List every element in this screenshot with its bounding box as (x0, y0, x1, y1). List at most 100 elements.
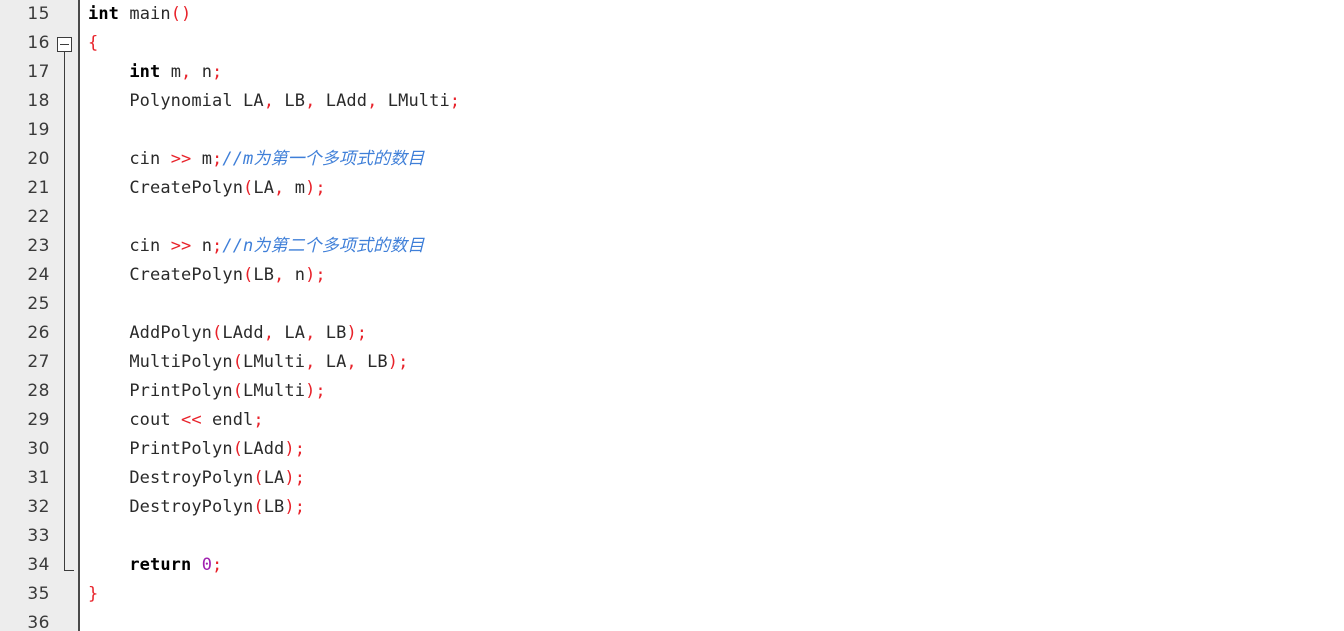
code-token-pun: ); (346, 323, 368, 343)
code-token-pun: << (181, 410, 202, 430)
code-token-id: cout (88, 410, 182, 430)
code-token-pun: , (181, 62, 192, 82)
code-token-pun: ; (212, 236, 223, 256)
line-number: 24 (27, 265, 50, 285)
code-token-id: LB (315, 323, 347, 343)
line-number: 18 (27, 91, 50, 111)
code-text: cin >> m;//m为第一个多项式的数目 (88, 145, 424, 174)
code-token-pun: ; (253, 410, 264, 430)
code-line[interactable]: 16 { (0, 29, 1344, 58)
code-token-pun: , (346, 352, 357, 372)
code-text: } (88, 580, 98, 609)
code-token-id: m (191, 149, 213, 169)
code-token-pun: , (263, 91, 275, 111)
code-line[interactable]: 23 cin >> n;//n为第二个多项式的数目 (0, 232, 1344, 261)
code-line[interactable]: 21 CreatePolyn(LA, m); (0, 174, 1344, 203)
code-line[interactable]: 26 AddPolyn(LAdd, LA, LB); (0, 319, 1344, 348)
code-token-pun: ( (232, 439, 244, 459)
code-token-pun: () (170, 4, 192, 24)
code-text: AddPolyn(LAdd, LA, LB); (88, 319, 367, 348)
line-number: 19 (27, 120, 50, 140)
code-token-id: LB (274, 91, 306, 111)
code-line[interactable]: 24 CreatePolyn(LB, n); (0, 261, 1344, 290)
line-number: 25 (27, 294, 50, 314)
code-text: CreatePolyn(LB, n); (88, 261, 326, 290)
code-token-id: DestroyPolyn (88, 497, 254, 517)
code-text: int m, n; (88, 58, 222, 87)
code-token-pun: ; (212, 555, 223, 575)
code-editor[interactable]: 15 int main() 16{17 int m, n; 18 Polynomial… (0, 0, 1344, 631)
code-token-pun: , (367, 91, 378, 111)
code-text: Polynomial LA, LB, LAdd, LMulti; (88, 87, 460, 116)
code-text: DestroyPolyn(LB); (88, 493, 305, 522)
code-token-pun: ); (284, 439, 306, 459)
code-line[interactable]: 28 PrintPolyn(LMulti); (0, 377, 1344, 406)
code-line[interactable]: 29 cout << endl; (0, 406, 1344, 435)
code-line[interactable]: 31 DestroyPolyn(LA); (0, 464, 1344, 493)
code-line[interactable]: 15 int main() (0, 0, 1344, 29)
code-token-id: n (284, 265, 306, 285)
code-token-id: cin (88, 149, 171, 169)
code-token-num: 0 (201, 555, 213, 575)
code-line[interactable]: 30 PrintPolyn(LAdd); (0, 435, 1344, 464)
code-text: CreatePolyn(LA, m); (88, 174, 326, 203)
code-text: PrintPolyn(LAdd); (88, 435, 305, 464)
line-number: 15 (27, 4, 50, 24)
code-line[interactable]: 22 (0, 203, 1344, 232)
code-token-id: PrintPolyn (88, 439, 233, 459)
code-line[interactable]: 35} (0, 580, 1344, 609)
code-text: int main() (88, 0, 191, 29)
code-line[interactable]: 34 return 0; (0, 551, 1344, 580)
line-number: 34 (27, 555, 50, 575)
code-token-pun: ); (305, 381, 326, 401)
code-token-id: n (191, 236, 213, 256)
code-token-pun: ; (212, 62, 223, 82)
code-token-id: LA (253, 178, 275, 198)
code-fold-guide-line (64, 52, 65, 571)
code-token-id: Polynomial LA (88, 91, 264, 111)
code-token-pun: , (305, 91, 316, 111)
code-token-pun: ; (449, 91, 461, 111)
line-number: 28 (27, 381, 50, 401)
code-token-id: CreatePolyn (88, 178, 244, 198)
code-token-id (88, 555, 129, 575)
code-token-id: AddPolyn (88, 323, 213, 343)
code-text: cout << endl; (88, 406, 264, 435)
code-token-pun: ; (212, 149, 223, 169)
line-number: 22 (27, 207, 50, 227)
code-line[interactable]: 33 (0, 522, 1344, 551)
line-number: 26 (27, 323, 50, 343)
code-token-pun: ( (232, 381, 244, 401)
code-token-id (88, 62, 129, 82)
code-token-pun: , (263, 323, 275, 343)
code-token-pun: ); (284, 468, 306, 488)
code-token-pun: , (274, 178, 285, 198)
code-fold-collapse-icon[interactable] (57, 37, 72, 52)
code-line[interactable]: 36 (0, 609, 1344, 631)
code-token-id: LB (253, 265, 275, 285)
code-line[interactable]: 20 cin >> m;//m为第一个多项式的数目 (0, 145, 1344, 174)
code-lines-container: 15 int main() 16{17 int m, n; 18 Polynomial… (0, 0, 1344, 631)
code-line[interactable]: 18 Polynomial LA, LB, LAdd, LMulti; (0, 87, 1344, 116)
code-token-id: CreatePolyn (88, 265, 244, 285)
code-token-id (191, 555, 201, 575)
code-line[interactable]: 32 DestroyPolyn(LB); (0, 493, 1344, 522)
code-token-pun: >> (170, 236, 192, 256)
code-token-kw: return (129, 555, 192, 575)
line-number: 16 (27, 33, 50, 53)
code-token-id: LA (274, 323, 306, 343)
code-line[interactable]: 17 int m, n; (0, 58, 1344, 87)
code-line[interactable]: 19 (0, 116, 1344, 145)
code-token-pun: , (305, 352, 316, 372)
code-line[interactable]: 25 (0, 290, 1344, 319)
code-token-pun: ); (387, 352, 409, 372)
code-line[interactable]: 27 MultiPolyn(LMulti, LA, LB); (0, 348, 1344, 377)
code-token-id: cin (88, 236, 171, 256)
code-fold-guide-foot (64, 570, 74, 571)
code-token-id: endl (201, 410, 254, 430)
line-number: 36 (27, 613, 50, 631)
code-token-pun: ( (243, 265, 254, 285)
code-token-id: LAdd (222, 323, 264, 343)
code-token-cmt: //n为第二个多项式的数目 (222, 236, 425, 256)
code-token-id: main (129, 4, 171, 24)
